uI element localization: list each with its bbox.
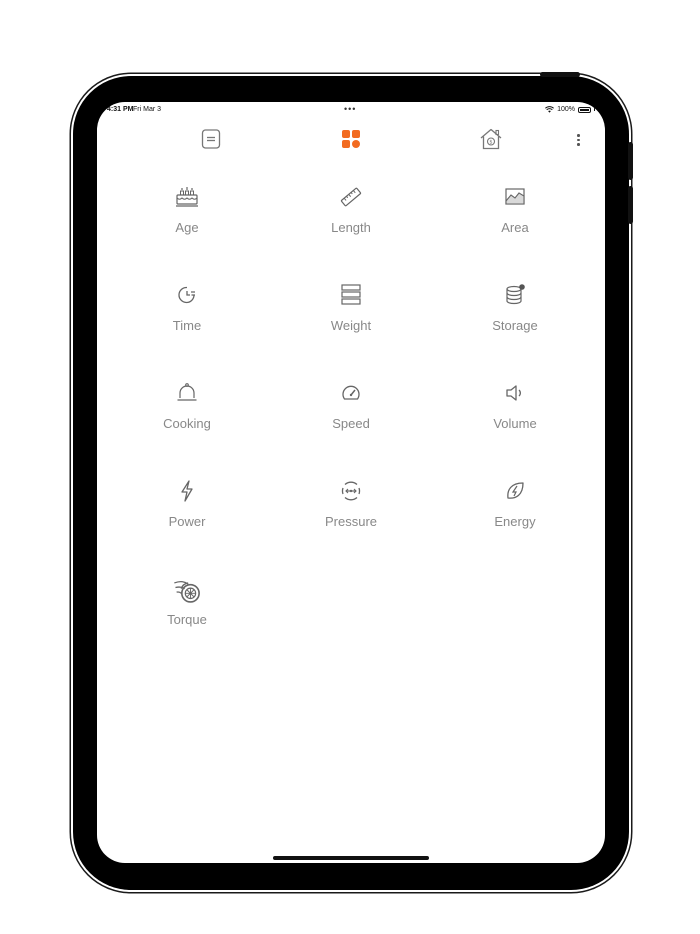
speedometer-icon <box>342 385 360 400</box>
weight-stack-icon <box>341 284 361 305</box>
pressure-gauge-icon <box>341 481 361 501</box>
cloche-icon <box>177 383 197 401</box>
more-vertical-icon[interactable] <box>577 134 580 146</box>
status-right: 100% <box>545 106 595 113</box>
category-speed[interactable]: Speed <box>291 380 411 460</box>
battery-cap <box>594 108 595 111</box>
status-time: 4:31 PM <box>107 106 134 113</box>
database-icon <box>506 284 525 305</box>
category-label: Storage <box>492 318 538 333</box>
category-label: Energy <box>494 514 536 529</box>
category-label: Power <box>168 514 206 529</box>
category-weight[interactable]: Weight <box>291 282 411 362</box>
category-label: Area <box>501 220 529 235</box>
category-torque[interactable]: Torque <box>127 576 247 656</box>
house-icon[interactable]: $ <box>478 126 504 152</box>
category-storage[interactable]: Storage <box>455 282 575 362</box>
category-label: Torque <box>167 612 207 627</box>
category-length[interactable]: Length <box>291 184 411 264</box>
status-bar: 4:31 PM Fri Mar 3 ••• 100% <box>97 102 605 118</box>
area-chart-icon <box>505 188 525 205</box>
category-label: Speed <box>332 416 370 431</box>
battery-icon <box>578 106 591 113</box>
volume-down-button <box>628 186 633 224</box>
leaf-bolt-icon <box>507 482 524 499</box>
category-age[interactable]: Age <box>127 184 247 264</box>
category-volume[interactable]: Volume <box>455 380 575 460</box>
document-icon[interactable] <box>198 126 224 152</box>
home-indicator[interactable] <box>273 856 429 860</box>
category-label: Age <box>175 220 199 235</box>
clock-icon <box>178 286 195 304</box>
category-label: Length <box>331 220 371 235</box>
lightning-icon <box>181 480 193 502</box>
category-label: Time <box>172 318 202 333</box>
wifi-icon <box>545 106 555 113</box>
category-time[interactable]: Time <box>127 282 247 362</box>
category-area[interactable]: Area <box>455 184 575 264</box>
category-energy[interactable]: Energy <box>455 478 575 558</box>
category-label: Cooking <box>163 416 211 431</box>
grid-icon[interactable] <box>338 126 364 152</box>
app-screen: 4:31 PM Fri Mar 3 ••• 100% $ Age Length … <box>97 102 605 863</box>
category-cooking[interactable]: Cooking <box>127 380 247 460</box>
category-label: Pressure <box>324 514 378 529</box>
status-date: Fri Mar 3 <box>133 106 161 113</box>
battery-percent: 100% <box>557 106 575 113</box>
volume-up-button <box>628 142 633 180</box>
birthday-cake-icon <box>176 187 198 207</box>
multitasking-dots-icon[interactable]: ••• <box>344 104 356 114</box>
power-button <box>540 72 580 77</box>
category-pressure[interactable]: Pressure <box>291 478 411 558</box>
speaker-icon <box>506 385 521 401</box>
category-label: Volume <box>493 416 537 431</box>
ruler-icon <box>340 187 362 207</box>
category-label: Weight <box>330 318 372 333</box>
category-power[interactable]: Power <box>127 478 247 558</box>
svg-text:$: $ <box>489 140 492 146</box>
turbo-icon <box>174 581 200 603</box>
